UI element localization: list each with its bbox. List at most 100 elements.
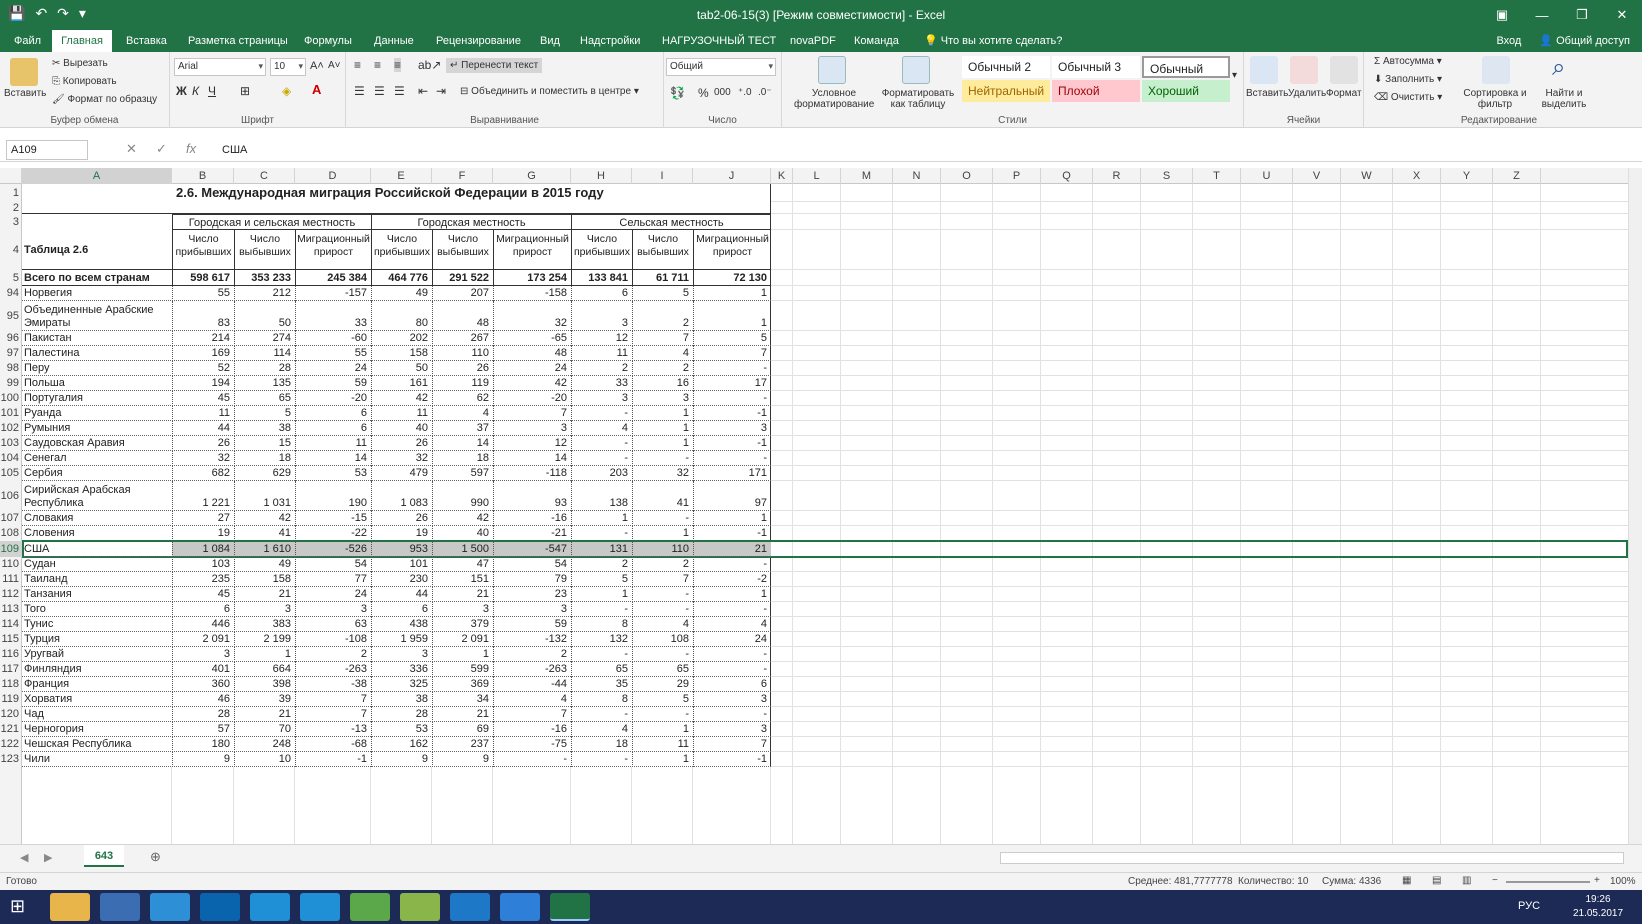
wrap-text-button[interactable]: ↵ Перенести текст [446,58,543,73]
fill-color-icon[interactable]: ◈ [282,84,291,98]
find-select-button[interactable]: Найти и выделить [1534,88,1594,110]
value-cell[interactable]: 32 [172,451,234,466]
powershell-icon[interactable] [150,893,190,921]
value-cell[interactable]: 398 [234,677,295,692]
column-header[interactable]: C [234,168,295,184]
row-header[interactable]: 115 [0,632,22,647]
value-cell[interactable]: 3 [693,692,771,707]
country-cell[interactable]: Польша [24,376,172,391]
value-cell[interactable]: 383 [234,617,295,632]
format-cells-icon[interactable] [1330,56,1358,84]
sort-filter-icon[interactable] [1482,56,1510,84]
value-cell[interactable]: 4 [693,617,771,632]
style-normal[interactable]: Обычный [1142,56,1230,78]
zoom-slider[interactable] [1506,881,1590,883]
value-cell[interactable]: 54 [295,557,371,572]
value-cell[interactable]: 55 [172,286,234,301]
value-cell[interactable]: 49 [371,286,432,301]
value-cell[interactable]: 5 [571,572,632,587]
value-cell[interactable]: -38 [295,677,371,692]
value-cell[interactable]: 110 [432,346,493,361]
value-cell[interactable]: 369 [432,677,493,692]
delete-cells-button[interactable]: Удалить [1288,88,1326,99]
value-cell[interactable]: 132 [571,632,632,647]
value-cell[interactable]: 4 [632,346,693,361]
row-header[interactable]: 114 [0,617,22,632]
value-cell[interactable]: 21 [234,587,295,602]
value-cell[interactable]: 235 [172,572,234,587]
value-cell[interactable]: -118 [493,466,571,481]
total-value[interactable]: 598 617 [172,270,234,286]
value-cell[interactable]: 18 [432,451,493,466]
column-header[interactable]: J [693,168,771,184]
value-cell[interactable]: - [571,526,632,541]
value-cell[interactable]: 19 [371,526,432,541]
value-cell[interactable]: 14 [295,451,371,466]
value-cell[interactable]: 7 [295,707,371,722]
value-cell[interactable]: 3 [432,602,493,617]
value-cell[interactable]: 162 [371,737,432,752]
value-cell[interactable]: 65 [632,662,693,677]
value-cell[interactable]: 1 [632,421,693,436]
value-cell[interactable]: -16 [493,511,571,526]
value-cell[interactable]: 212 [234,286,295,301]
tab-addins[interactable]: Надстройки [572,30,648,52]
cancel-icon[interactable]: ✕ [126,141,137,157]
value-cell[interactable]: 3 [571,301,632,331]
value-cell[interactable]: 1 [571,587,632,602]
normal-view-icon[interactable]: ▦ [1402,875,1411,886]
group-header[interactable]: Городская местность [371,214,571,230]
value-cell[interactable]: 207 [432,286,493,301]
sheet-title[interactable]: 2.6. Международная миграция Российской Ф… [176,186,776,202]
total-value[interactable]: 353 233 [234,270,295,286]
value-cell[interactable]: 3 [693,421,771,436]
value-cell[interactable]: 12 [493,436,571,451]
row-header[interactable]: 119 [0,692,22,707]
value-cell[interactable]: 6 [295,406,371,421]
formula-input[interactable]: США [222,144,247,156]
bold-button[interactable]: Ж [176,84,187,98]
total-value[interactable]: 173 254 [493,270,571,286]
value-cell[interactable]: 4 [571,722,632,737]
value-cell[interactable]: 50 [371,361,432,376]
value-cell[interactable]: - [571,707,632,722]
value-cell[interactable]: - [693,647,771,662]
value-cell[interactable]: 3 [172,647,234,662]
value-cell[interactable]: 53 [295,466,371,481]
value-cell[interactable]: 1 [632,436,693,451]
page-layout-icon[interactable]: ▤ [1432,875,1441,886]
value-cell[interactable]: 138 [571,481,632,511]
align-bottom-icon[interactable]: ≡ [394,58,402,72]
align-top-icon[interactable]: ≡ [354,58,361,72]
indent-increase-icon[interactable]: ⇥ [436,84,446,98]
value-cell[interactable]: 3 [493,602,571,617]
column-header[interactable]: E [371,168,432,184]
value-cell[interactable]: 11 [172,406,234,421]
value-cell[interactable]: - [493,752,571,767]
value-cell[interactable]: -1 [693,436,771,451]
value-cell[interactable]: 336 [371,662,432,677]
total-value[interactable]: 291 522 [432,270,493,286]
style-normal-3[interactable]: Обычный 3 [1052,56,1140,78]
vertical-scrollbar[interactable] [1628,168,1642,844]
country-cell[interactable]: Сенегал [24,451,172,466]
value-cell[interactable]: 41 [234,526,295,541]
country-cell[interactable]: Пакистан [24,331,172,346]
row-header[interactable]: 111 [0,572,22,587]
tab-home[interactable]: Главная [52,30,112,52]
tab-view[interactable]: Вид [532,30,568,52]
row-header[interactable]: 112 [0,587,22,602]
value-cell[interactable]: 12 [571,331,632,346]
value-cell[interactable]: 5 [234,406,295,421]
country-cell[interactable]: Руанда [24,406,172,421]
value-cell[interactable]: 6 [371,602,432,617]
value-cell[interactable]: 158 [234,572,295,587]
value-cell[interactable]: 1 [234,647,295,662]
tell-me-box[interactable]: 💡 Что вы хотите сделать? [916,30,1070,52]
row-header[interactable]: 121 [0,722,22,737]
grow-font-icon[interactable]: A˄ [310,60,324,72]
row-header[interactable]: 94 [0,286,22,301]
value-cell[interactable]: 194 [172,376,234,391]
value-cell[interactable]: 7 [295,692,371,707]
column-header[interactable]: L [793,168,841,184]
